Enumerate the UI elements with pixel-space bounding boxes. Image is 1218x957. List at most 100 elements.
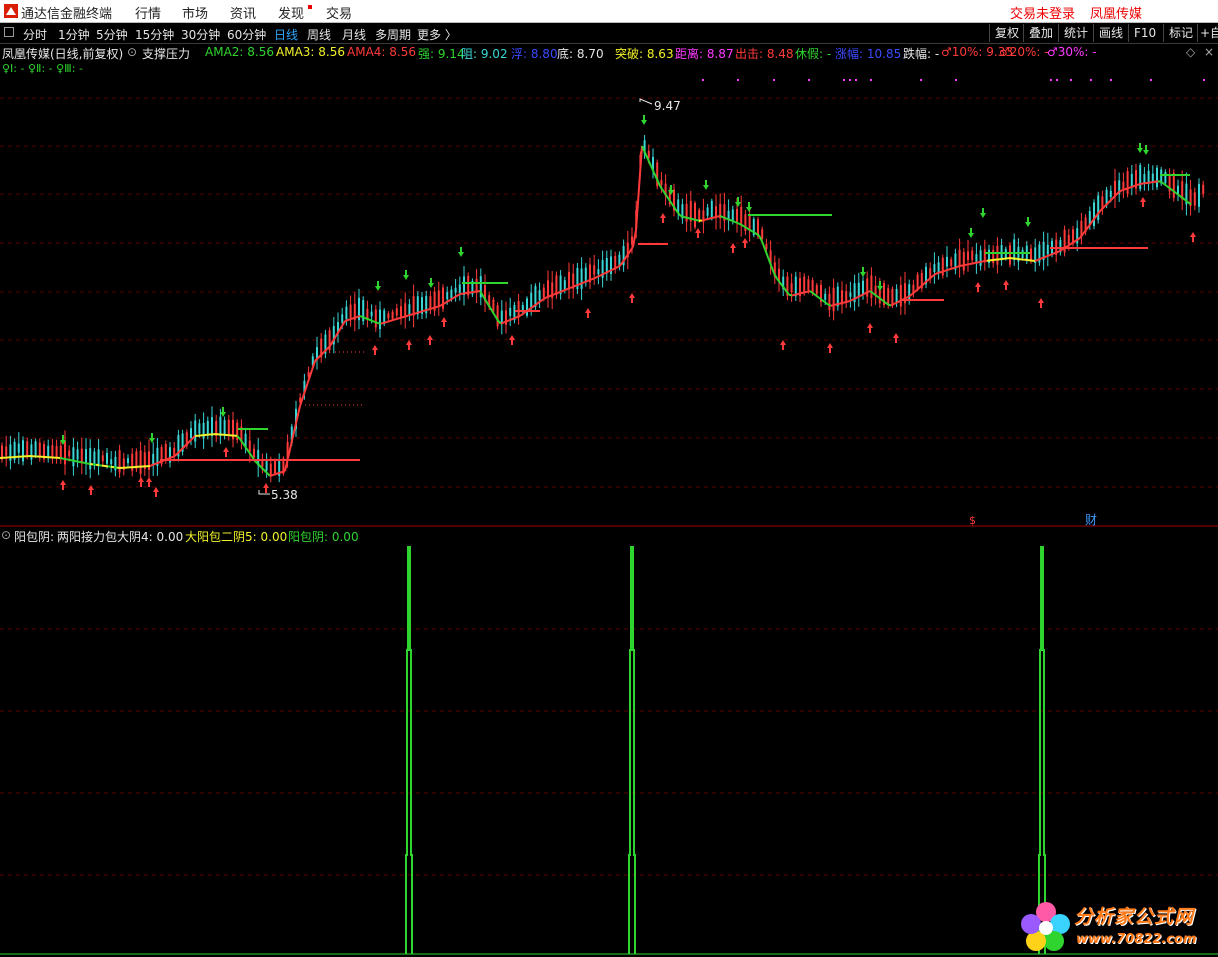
candle-body: [400, 306, 402, 318]
ama-line: [380, 321, 385, 325]
buy-arrow-icon: [509, 335, 515, 345]
candle-body: [446, 292, 449, 300]
candle-body: [1156, 167, 1158, 188]
ama-line: [947, 267, 952, 271]
ama-line: [863, 291, 868, 295]
buy-arrow-icon: [427, 335, 433, 345]
candle-body: [731, 209, 734, 221]
ama-line: [953, 266, 958, 269]
buy-arrow-icon: [1038, 298, 1044, 308]
candle-body: [526, 298, 528, 316]
buy-arrow-icon: [153, 487, 159, 497]
ama-line: [449, 297, 454, 301]
candle-body: [80, 448, 83, 464]
candle-body: [429, 296, 432, 309]
ama-line: [152, 462, 157, 466]
indicator-item-3: 阳包阴: 0.00: [288, 530, 359, 544]
ama-line: [1163, 183, 1168, 188]
candle-body: [1067, 234, 1070, 245]
candle-body: [727, 210, 730, 220]
candle-body: [1164, 171, 1167, 184]
candle-body: [76, 449, 79, 460]
ama-line: [392, 318, 397, 322]
candle-body: [101, 455, 104, 462]
kline-chart[interactable]: 9.47 5.38 $ 财: [0, 0, 1218, 957]
indicator-dropdown-icon[interactable]: ⊙: [1, 528, 11, 542]
candle-body: [379, 309, 381, 330]
ama-line: [830, 304, 835, 307]
ama-line: [272, 473, 277, 476]
candle-body: [946, 256, 948, 267]
candle-body: [253, 448, 255, 458]
ama-line: [419, 310, 424, 313]
ama-line: [1049, 252, 1054, 256]
candle-body: [265, 460, 268, 471]
candle-body: [975, 254, 978, 263]
sell-arrow-icon: [860, 267, 866, 277]
ama-line: [458, 292, 463, 296]
ama-line: [704, 218, 709, 221]
candle-body: [845, 291, 848, 301]
signal-dot: [1110, 79, 1112, 81]
signal-dot: [1203, 79, 1205, 81]
ama-line: [827, 303, 832, 307]
ama-line: [764, 248, 769, 258]
ama-line: [362, 316, 367, 320]
ama-line: [644, 152, 649, 160]
candle-body: [47, 445, 50, 457]
ama-line: [317, 354, 322, 359]
buy-arrow-icon: [975, 282, 981, 292]
ama-line: [734, 221, 739, 225]
indicator-spike: [405, 546, 413, 954]
candle-body: [891, 288, 894, 306]
ama-line: [965, 263, 970, 266]
candle-body: [887, 288, 890, 305]
ama-line: [845, 300, 850, 303]
candle-body: [1143, 173, 1146, 184]
ama-line: [839, 301, 844, 305]
candle-body: [496, 305, 499, 327]
candle-body: [1193, 192, 1196, 206]
ama-line: [515, 315, 520, 319]
candle-body: [962, 252, 965, 271]
indicator-name: 阳包阴:: [14, 530, 55, 544]
ama-line: [344, 319, 349, 322]
ama-line: [68, 458, 73, 462]
ama-line: [938, 270, 943, 274]
candle-body: [463, 276, 465, 296]
candle-body: [38, 442, 41, 458]
candle-body: [568, 271, 570, 290]
candle-body: [89, 448, 92, 470]
ama-line: [83, 461, 88, 465]
ama-line: [401, 315, 406, 319]
ama-line: [158, 460, 163, 464]
ama-line: [545, 295, 550, 299]
ama-line: [350, 317, 355, 320]
buy-arrow-icon: [146, 477, 152, 487]
candle-body: [106, 452, 108, 464]
ama-line: [1037, 257, 1042, 261]
buy-arrow-icon: [223, 447, 229, 457]
candle-body: [173, 447, 176, 456]
ama-line: [731, 219, 736, 223]
ama-line: [800, 291, 805, 295]
ama-line: [566, 287, 571, 291]
ama-line: [62, 457, 67, 461]
signal-dot: [1090, 79, 1092, 81]
buy-arrow-icon: [585, 308, 591, 318]
ama-line: [599, 273, 604, 277]
high-price-label: 9.47: [654, 99, 681, 113]
buy-arrow-icon: [742, 238, 748, 248]
ama-line: [551, 293, 556, 297]
ama-line: [347, 318, 352, 321]
candle-body: [51, 445, 54, 458]
buy-arrow-icon: [660, 213, 666, 223]
candle-body: [740, 206, 743, 226]
watermark: 分析家公式网 www.70822.com: [1016, 898, 1216, 954]
candle-body: [563, 280, 566, 291]
candle-body: [269, 463, 272, 476]
ama-line: [611, 267, 616, 271]
ama-line: [968, 262, 973, 266]
ama-line: [1133, 184, 1138, 188]
signal-dot: [1056, 79, 1058, 81]
